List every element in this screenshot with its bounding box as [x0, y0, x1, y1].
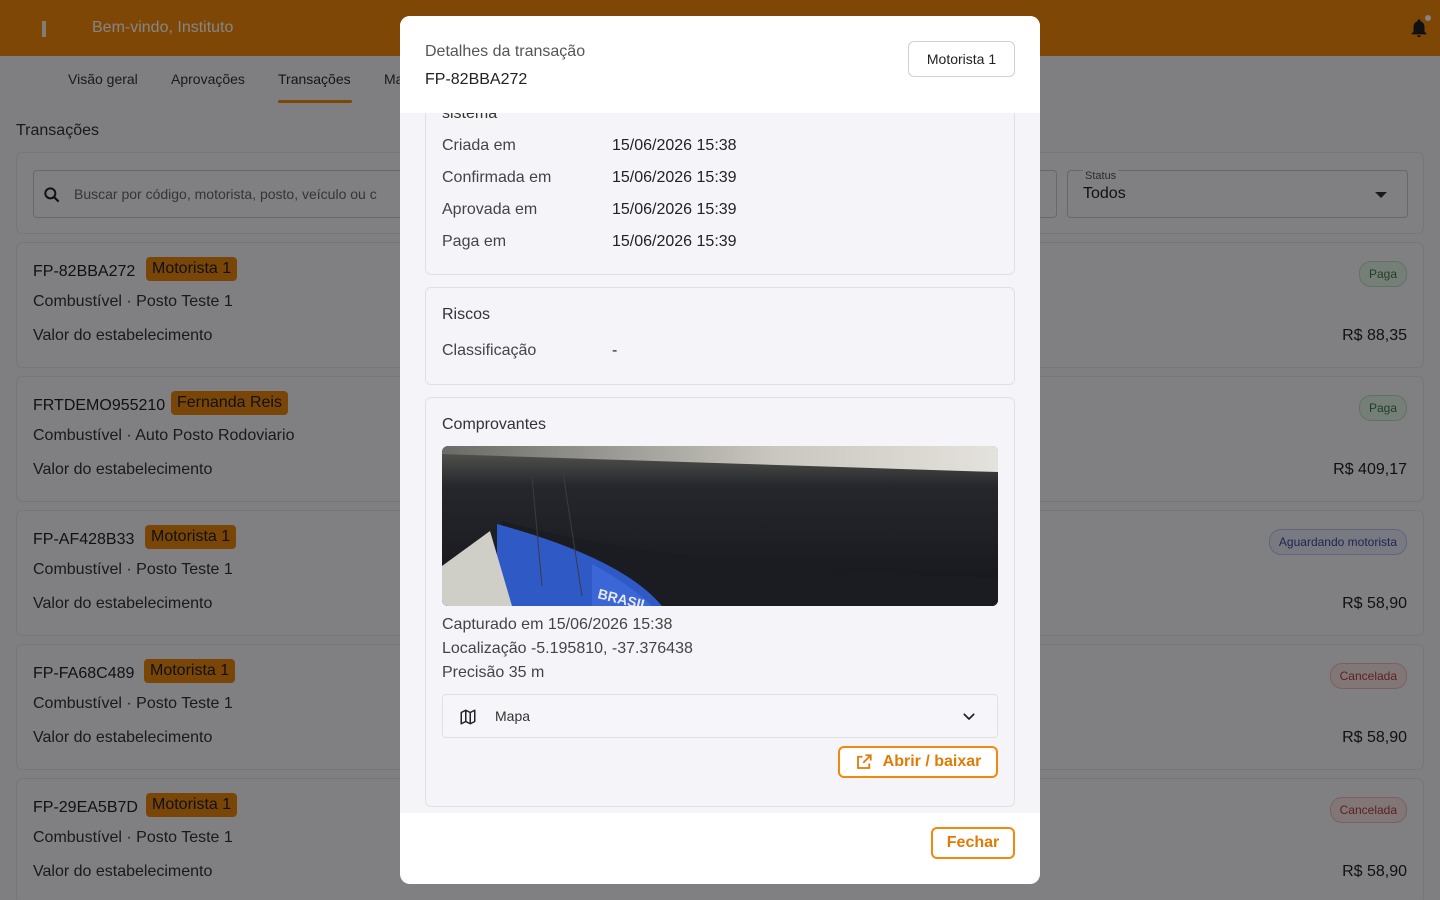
row-label: Criada em [442, 137, 516, 154]
dialog-title: Detalhes da transação [425, 43, 586, 60]
row-label: Confirmada em [442, 169, 552, 186]
close-button[interactable]: Fechar [931, 827, 1015, 859]
system-section: sistema Criada em 15/06/2026 15:38 Confi… [425, 113, 1015, 275]
section-title: Comprovantes [442, 416, 547, 433]
map-expander[interactable]: Mapa [442, 694, 998, 738]
row-label: Classificação [442, 342, 537, 359]
dialog-header: Detalhes da transação FP-82BBA272 Motori… [400, 16, 1040, 113]
transaction-details-dialog: Detalhes da transação FP-82BBA272 Motori… [400, 16, 1040, 884]
dialog-transaction-code: FP-82BBA272 [425, 71, 528, 88]
open-download-label: Abrir / baixar [882, 753, 982, 770]
location-text: Localização -5.195810, -37.376438 [442, 640, 693, 657]
chevron-down-icon [963, 713, 975, 720]
row-value: 15/06/2026 15:39 [612, 233, 737, 250]
receipt-photo[interactable]: BRASIL [442, 446, 998, 606]
dialog-scroll-body[interactable]: sistema Criada em 15/06/2026 15:38 Confi… [400, 113, 1040, 813]
map-label: Mapa [495, 708, 531, 724]
receipts-section: Comprovantes BRASIL Capturado em 15/06/2… [425, 397, 1015, 807]
row-value: 15/06/2026 15:39 [612, 169, 737, 186]
captured-at-text: Capturado em 15/06/2026 15:38 [442, 616, 673, 633]
row-label: Paga em [442, 233, 507, 250]
driver-chip[interactable]: Motorista 1 [908, 41, 1015, 77]
open-external-icon [856, 754, 872, 769]
row-value: - [612, 342, 618, 359]
section-title: Riscos [442, 306, 491, 323]
precision-text: Precisão 35 m [442, 664, 545, 681]
risks-section: Riscos Classificação - [425, 287, 1015, 385]
map-icon [460, 709, 476, 725]
row-label: Aprovada em [442, 201, 538, 218]
section-title: sistema [442, 113, 498, 122]
row-value: 15/06/2026 15:38 [612, 137, 737, 154]
row-value: 15/06/2026 15:39 [612, 201, 737, 218]
open-download-button[interactable]: Abrir / baixar [838, 746, 998, 778]
